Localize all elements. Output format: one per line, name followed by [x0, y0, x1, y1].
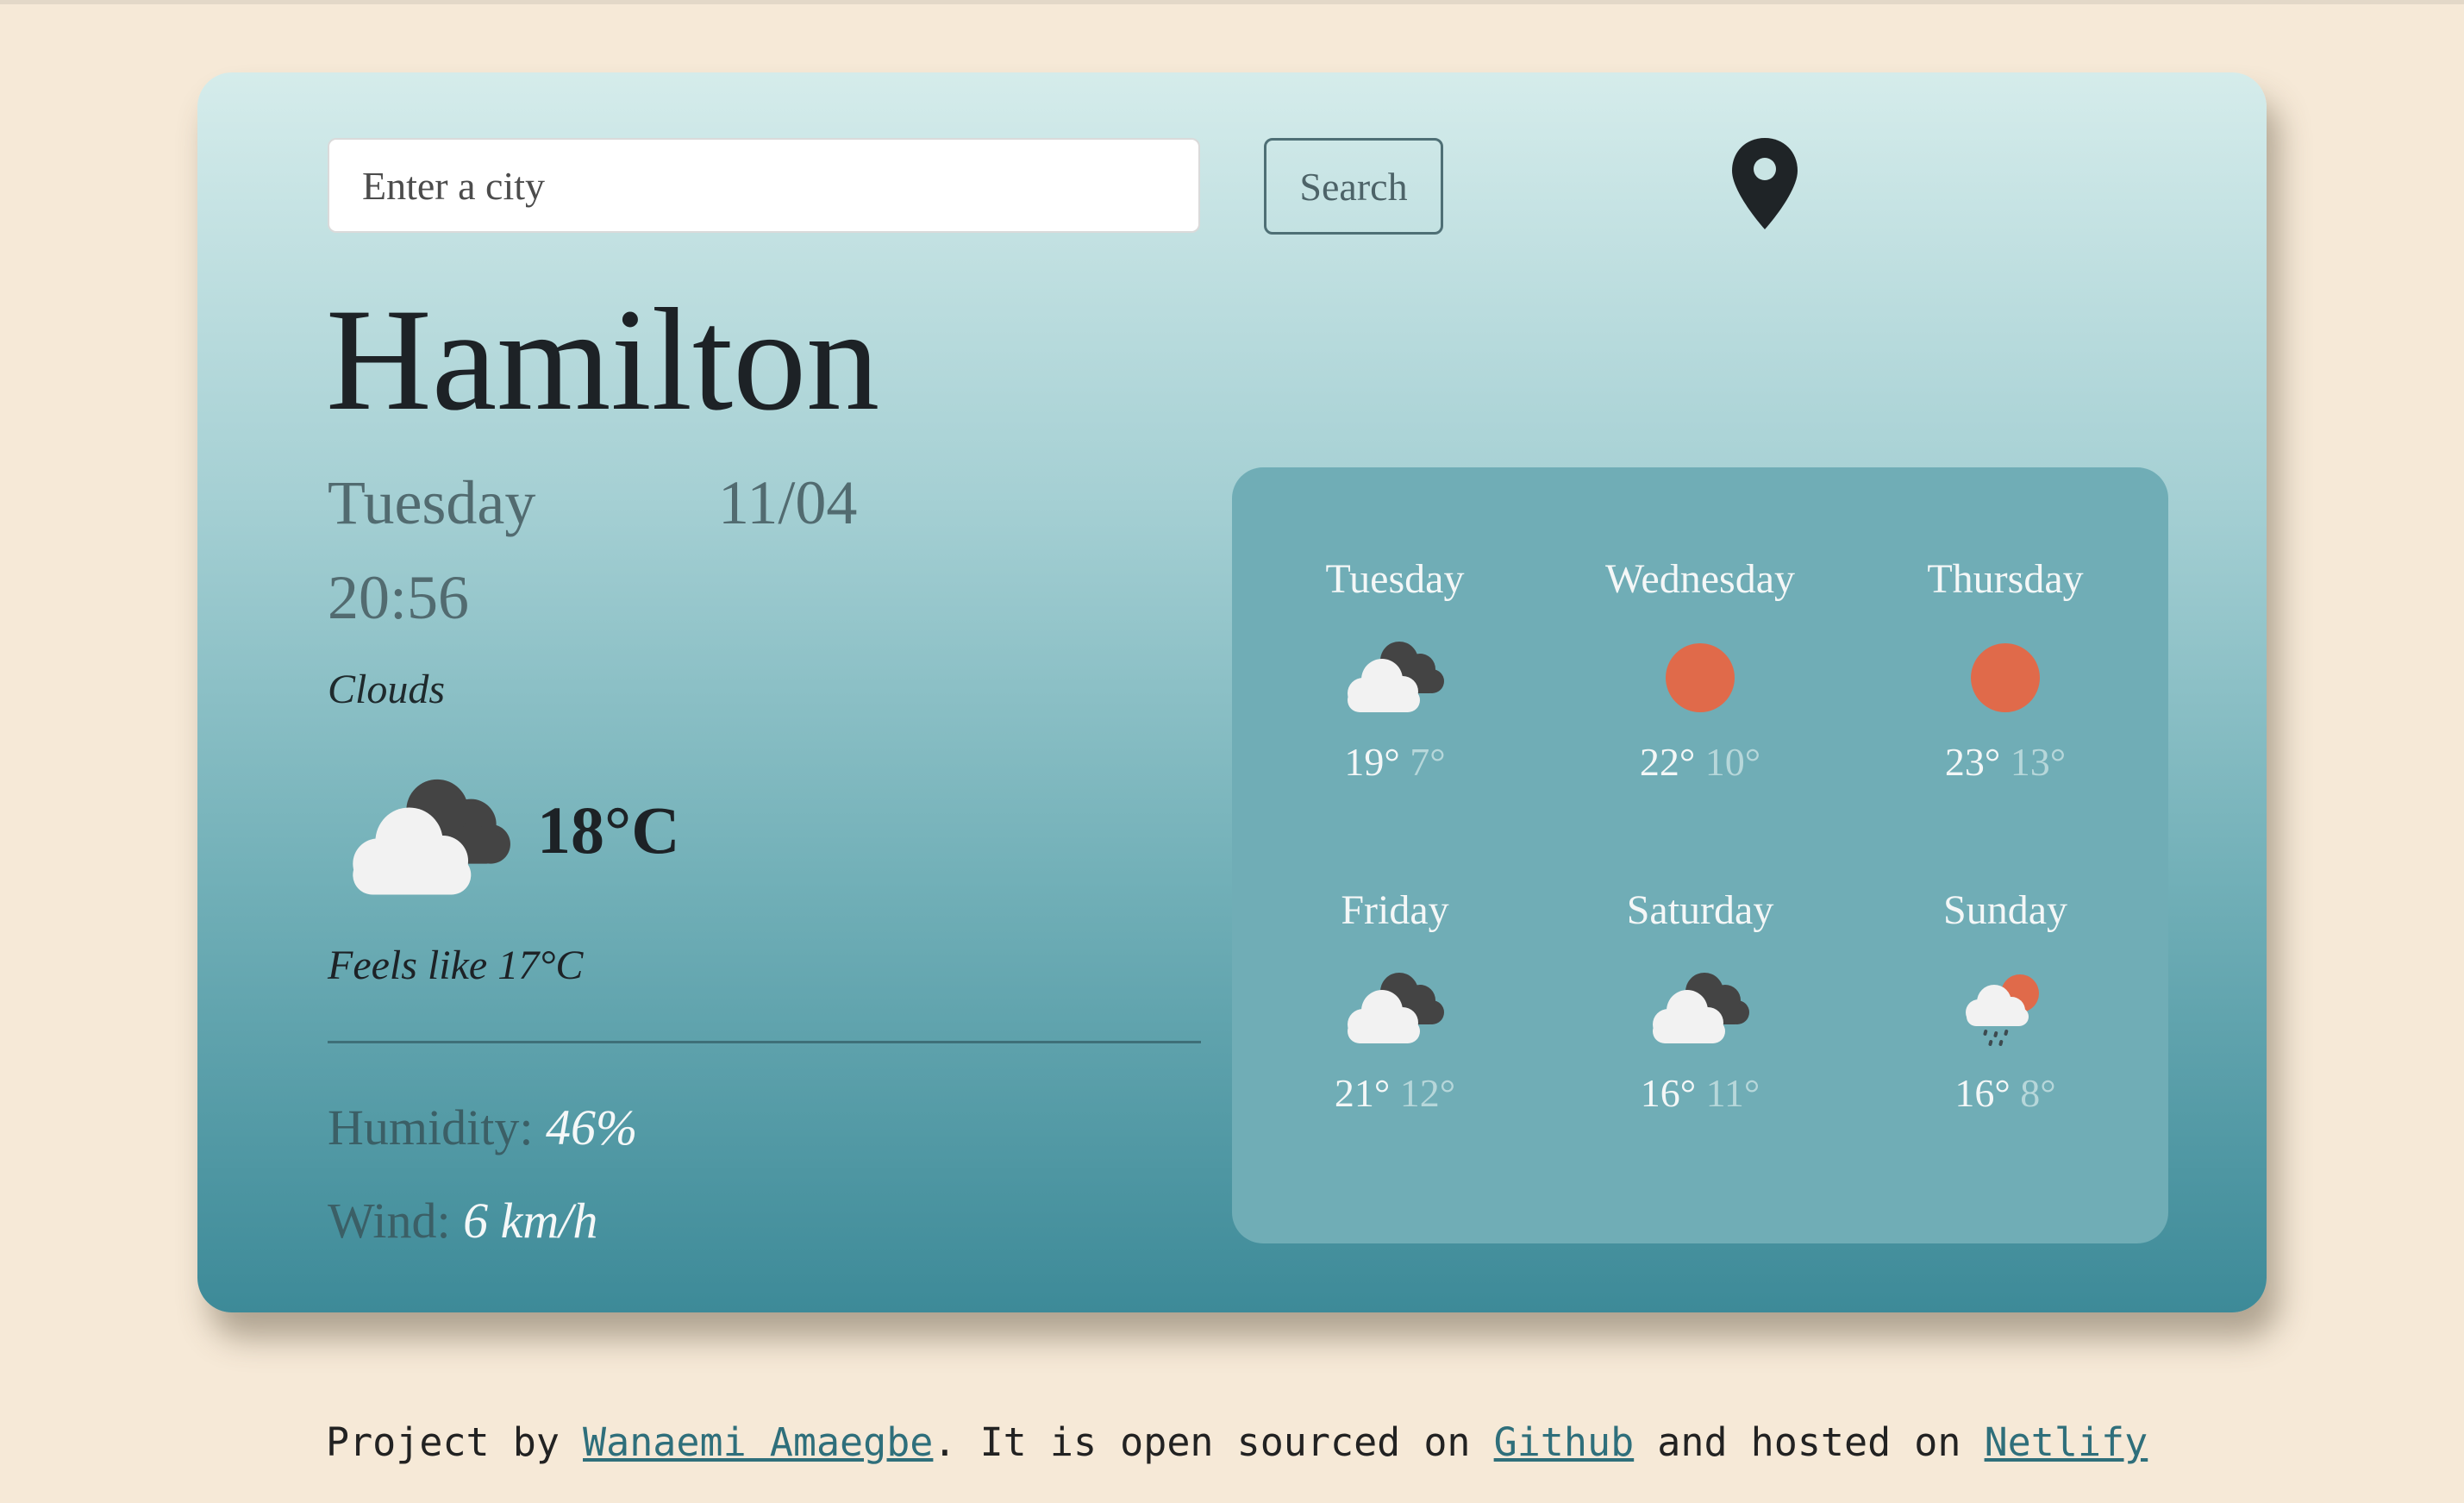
netlify-link[interactable]: Netlify — [1985, 1419, 2148, 1465]
broken-clouds-icon — [1339, 968, 1451, 1049]
forecast-temps: 22° 10° — [1571, 742, 1829, 782]
location-pin-icon[interactable] — [1730, 136, 1799, 231]
forecast-day-name: Thursday — [1927, 556, 2084, 602]
author-link[interactable]: Wanaemi Amaegbe — [583, 1419, 933, 1465]
forecast-day-name: Sunday — [1943, 887, 2067, 933]
search-button[interactable]: Search — [1264, 138, 1443, 235]
divider — [328, 1041, 1201, 1043]
footer-prefix: Project by — [326, 1419, 584, 1465]
forecast-max: 16° — [1640, 1071, 1697, 1115]
broken-clouds-icon — [1644, 968, 1756, 1049]
current-time: 20:56 — [328, 563, 470, 632]
forecast-max: 22° — [1639, 740, 1696, 784]
city-name: Hamilton — [326, 279, 880, 441]
forecast-day: Wednesday 22° 10° — [1571, 559, 1829, 782]
forecast-panel: Tuesday 19° 7° Wednesday 22° 10° Thursda… — [1232, 467, 2168, 1243]
broken-clouds-icon — [339, 771, 522, 892]
broken-clouds-icon — [1339, 636, 1451, 718]
wind-row: Wind: 6 km/h — [328, 1192, 597, 1249]
forecast-min: 11° — [1705, 1071, 1760, 1115]
weather-card: Search Hamilton Tuesday 11/04 20:56 Clou… — [197, 72, 2267, 1312]
clear-sun-icon — [1949, 636, 2061, 718]
weather-description: Clouds — [328, 667, 446, 712]
forecast-temps: 16° 8° — [1876, 1074, 2135, 1113]
sun-rain-icon — [1949, 968, 2061, 1049]
forecast-min: 7° — [1410, 740, 1446, 784]
forecast-max: 19° — [1344, 740, 1400, 784]
forecast-max: 23° — [1944, 740, 2001, 784]
forecast-day-name: Tuesday — [1325, 556, 1465, 602]
forecast-max: 16° — [1954, 1071, 2011, 1115]
clear-sun-icon — [1644, 636, 1756, 718]
forecast-min: 12° — [1399, 1071, 1456, 1115]
forecast-day: Thursday 23° 13° — [1876, 559, 2135, 782]
forecast-temps: 19° 7° — [1266, 742, 1524, 782]
wind-label: Wind: — [328, 1193, 451, 1249]
forecast-day-name: Wednesday — [1604, 556, 1796, 602]
city-search-input[interactable] — [328, 138, 1200, 233]
forecast-day: Tuesday 19° 7° — [1266, 559, 1524, 782]
feels-like: Feels like 17°C — [328, 943, 584, 988]
forecast-max: 21° — [1334, 1071, 1391, 1115]
current-day: Tuesday — [328, 468, 536, 537]
forecast-day: Friday 21° 12° — [1266, 890, 1524, 1113]
humidity-label: Humidity: — [328, 1099, 534, 1155]
forecast-min: 10° — [1704, 740, 1761, 784]
forecast-temps: 16° 11° — [1571, 1074, 1829, 1113]
current-date: 11/04 — [718, 468, 858, 537]
forecast-min: 13° — [2010, 740, 2067, 784]
forecast-day-name: Saturday — [1626, 887, 1774, 933]
forecast-temps: 23° 13° — [1876, 742, 2135, 782]
github-link[interactable]: Github — [1494, 1419, 1635, 1465]
wind-value: 6 km/h — [463, 1193, 598, 1249]
humidity-row: Humidity: 46% — [328, 1099, 637, 1156]
footer-middle: . It is open sourced on — [933, 1419, 1494, 1465]
humidity-value: 46% — [545, 1099, 638, 1155]
forecast-day: Saturday 16° 11° — [1571, 890, 1829, 1113]
top-border — [0, 0, 2464, 4]
current-temperature: 18°C — [537, 792, 680, 867]
footer: Project by Wanaemi Amaegbe. It is open s… — [326, 1419, 2148, 1465]
forecast-day-name: Friday — [1341, 887, 1449, 933]
forecast-temps: 21° 12° — [1266, 1074, 1524, 1113]
forecast-day: Sunday 16° 8° — [1876, 890, 2135, 1113]
footer-and-hosted: and hosted on — [1634, 1419, 1985, 1465]
forecast-min: 8° — [2020, 1071, 2056, 1115]
